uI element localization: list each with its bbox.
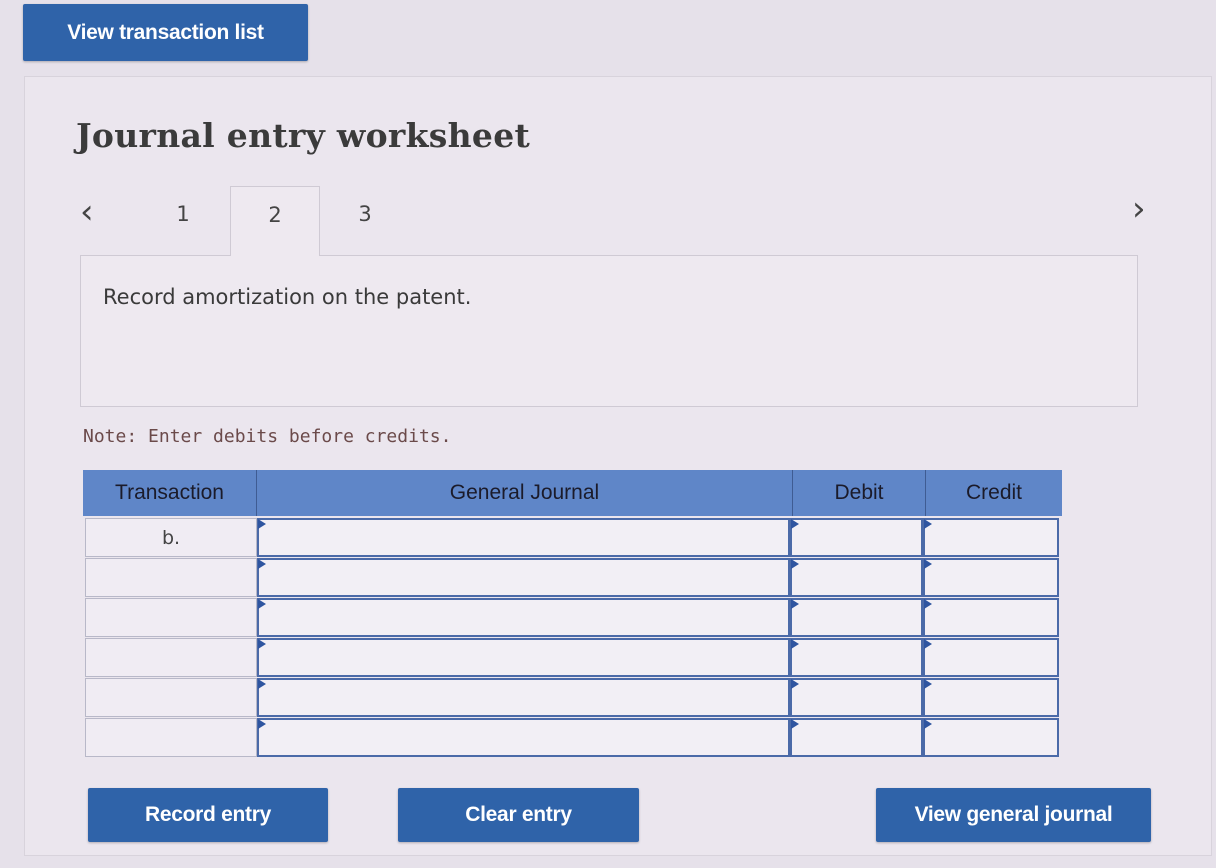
description-box	[80, 255, 1138, 407]
worksheet-title: Journal entry worksheet	[76, 116, 531, 155]
debit-input[interactable]	[790, 558, 923, 597]
record-entry-button[interactable]: Record entry	[88, 788, 328, 842]
debit-input[interactable]	[790, 678, 923, 717]
debit-input[interactable]	[790, 518, 923, 557]
general-journal-input[interactable]	[257, 718, 790, 757]
debit-input[interactable]	[790, 598, 923, 637]
general-journal-input[interactable]	[257, 638, 790, 677]
transaction-cell: b.	[85, 518, 257, 557]
chevron-left-icon[interactable]: ‹	[80, 195, 94, 229]
transaction-cell	[85, 678, 257, 717]
credit-input[interactable]	[923, 598, 1059, 637]
tab-2[interactable]: 2	[230, 186, 320, 256]
credit-input[interactable]	[923, 558, 1059, 597]
tab-3[interactable]: 3	[320, 186, 410, 256]
transaction-cell	[85, 558, 257, 597]
tab-1[interactable]: 1	[138, 186, 228, 256]
transaction-cell	[85, 638, 257, 677]
general-journal-input[interactable]	[257, 558, 790, 597]
header-debit: Debit	[793, 470, 926, 516]
transaction-cell	[85, 718, 257, 757]
debit-input[interactable]	[790, 718, 923, 757]
debit-input[interactable]	[790, 638, 923, 677]
note-text: Note: Enter debits before credits.	[83, 426, 452, 447]
transaction-cell	[85, 598, 257, 637]
credit-input[interactable]	[923, 518, 1059, 557]
header-credit: Credit	[926, 470, 1062, 516]
view-transaction-list-button[interactable]: View transaction list	[23, 4, 308, 61]
credit-input[interactable]	[923, 718, 1059, 757]
view-general-journal-button[interactable]: View general journal	[876, 788, 1151, 842]
general-journal-input[interactable]	[257, 518, 790, 557]
header-transaction: Transaction	[83, 470, 257, 516]
credit-input[interactable]	[923, 638, 1059, 677]
header-general-journal: General Journal	[257, 470, 793, 516]
chevron-right-icon[interactable]: ›	[1132, 192, 1146, 226]
general-journal-input[interactable]	[257, 678, 790, 717]
general-journal-input[interactable]	[257, 598, 790, 637]
transaction-description: Record amortization on the patent.	[103, 285, 472, 309]
clear-entry-button[interactable]: Clear entry	[398, 788, 639, 842]
credit-input[interactable]	[923, 678, 1059, 717]
